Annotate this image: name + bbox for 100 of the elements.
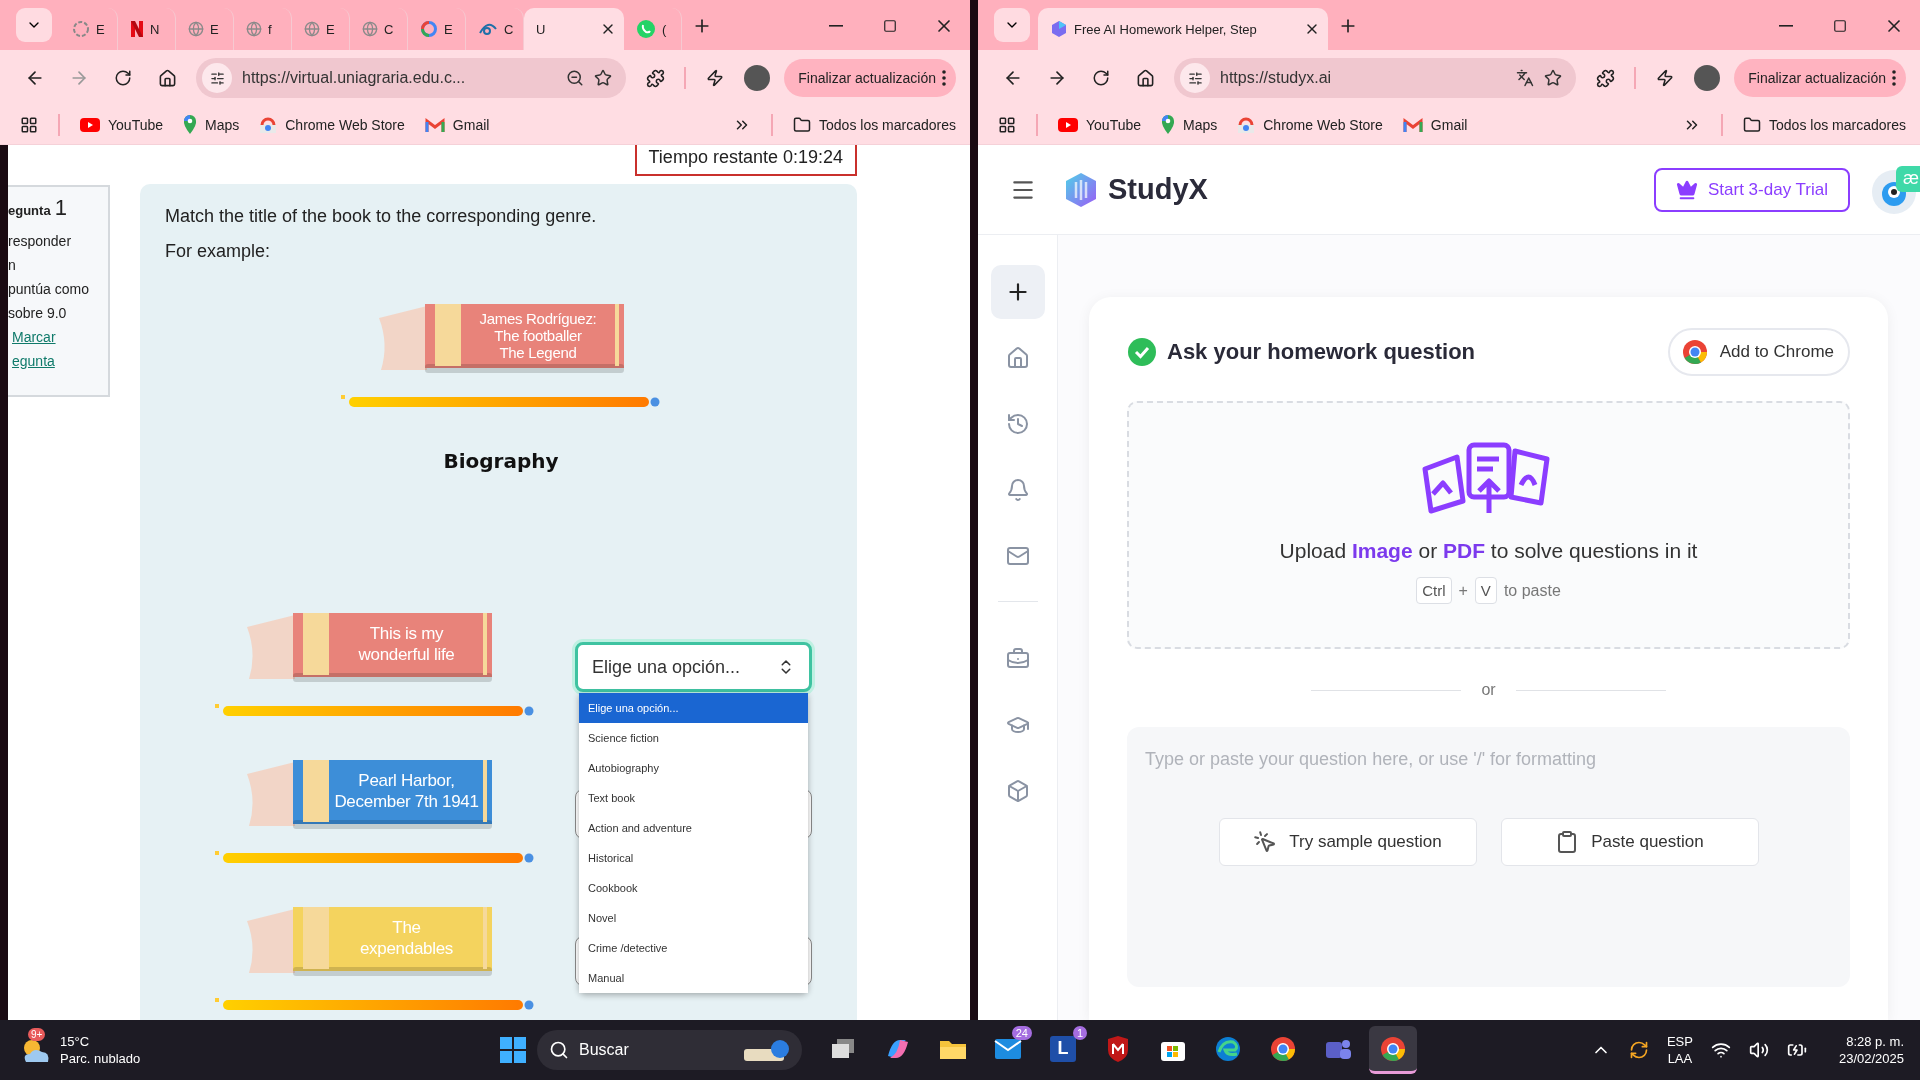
paste-question-button[interactable]: Paste question	[1500, 818, 1759, 866]
dropdown-option[interactable]: Novel	[579, 903, 808, 933]
bookmark-link[interactable]: Chrome Web Store	[1237, 117, 1383, 133]
all-bookmarks-link[interactable]: Todos los marcadores	[793, 116, 956, 134]
pointer-click-icon	[1253, 830, 1278, 854]
search-button[interactable]: Buscar	[537, 1030, 802, 1070]
globe-icon	[246, 21, 262, 37]
box-icon	[1005, 779, 1030, 803]
update-button[interactable]: Finalizar actualización	[784, 59, 956, 97]
minimize-icon	[1779, 25, 1793, 27]
book-title: The expendables	[358, 917, 455, 960]
app-logo: L	[1050, 1035, 1076, 1062]
browser-tab[interactable]: Free AI Homework Helper, Step	[1038, 8, 1328, 50]
bell-icon	[1005, 478, 1030, 502]
address-bar[interactable]: https://studyx.ai	[1174, 58, 1577, 98]
rainbow-icon	[1237, 117, 1256, 133]
bookmark-link[interactable]: YouTube	[80, 117, 163, 133]
envelope-icon	[1402, 117, 1423, 133]
book-title: This is my wonderful life	[357, 623, 456, 666]
dropdown-option[interactable]: Manual	[579, 963, 808, 993]
browser-tab[interactable]: U	[524, 8, 624, 50]
volume-icon[interactable]	[1748, 1040, 1769, 1060]
reload-icon	[1092, 69, 1110, 87]
flag-question-link[interactable]: egunta	[8, 351, 102, 371]
update-button[interactable]: Finalizar actualización	[1734, 59, 1906, 97]
profile-avatar[interactable]	[1694, 65, 1721, 91]
map-pin-icon	[183, 115, 197, 135]
wifi-icon[interactable]	[1710, 1040, 1731, 1060]
dropdown-option[interactable]: Cookbook	[579, 873, 808, 903]
bookmark-link[interactable]: Maps	[1161, 115, 1218, 135]
language-text[interactable]: ESP	[1666, 1033, 1693, 1050]
mail-icon	[1005, 544, 1030, 568]
bookmark-link[interactable]: Maps	[183, 115, 240, 135]
home-icon	[1005, 346, 1030, 370]
clock-date[interactable]: 23/02/2025	[1838, 1050, 1904, 1067]
chrome-logo-icon	[1380, 1035, 1406, 1062]
url-text: https://virtual.uniagraria.edu.c...	[242, 69, 467, 87]
site-settings-icon[interactable]	[202, 63, 232, 93]
apps-icon[interactable]	[20, 116, 38, 134]
book-title: Pearl Harbor, December 7th 1941	[333, 770, 480, 813]
add-to-chrome-button[interactable]: Add to Chrome	[1667, 328, 1850, 376]
home-icon	[157, 68, 177, 88]
dropdown-option[interactable]: Action and adventure	[579, 813, 808, 843]
bookmark-star-icon[interactable]	[1544, 69, 1563, 87]
hexagon-logo-icon	[1064, 171, 1098, 208]
crown-icon	[1676, 178, 1698, 201]
taskbar-app-button[interactable]: L 1	[1039, 1026, 1087, 1074]
tab-search-button[interactable]	[16, 8, 52, 42]
genre-select[interactable]: Elige una opción...	[575, 642, 812, 692]
question-label: egunta	[8, 203, 51, 218]
play-icon	[1058, 118, 1078, 132]
question-status-text: puntúa como	[8, 280, 90, 299]
dropdown-option[interactable]: Science fiction	[579, 723, 808, 753]
zoom-icon[interactable]	[566, 69, 585, 87]
taskbar-app-button[interactable]	[1369, 1026, 1417, 1074]
example-genre: Biography	[443, 449, 559, 473]
loading-icon	[72, 20, 90, 38]
question-input[interactable]: Type or paste your question here, or use '/' for formatting Try sample question Paste question	[1127, 727, 1850, 987]
briefcase-icon	[1005, 647, 1030, 671]
site-settings-icon[interactable]	[1180, 63, 1210, 93]
address-bar[interactable]: https://virtual.uniagraria.edu.c...	[196, 58, 627, 98]
envelope-icon	[994, 1037, 1022, 1060]
keyboard-layout-text[interactable]: LAA	[1667, 1050, 1693, 1067]
bookmark-link[interactable]: YouTube	[1058, 117, 1141, 133]
check-badge-icon	[1127, 337, 1157, 367]
sync-icon[interactable]	[1628, 1040, 1649, 1060]
dropdown-option[interactable]: Autobiography	[579, 753, 808, 783]
apps-icon[interactable]	[998, 116, 1016, 134]
bookmark-link[interactable]: Gmail	[424, 117, 490, 133]
temperature-text: 15°C	[60, 1033, 91, 1050]
keyboard-key: Ctrl	[1416, 577, 1452, 604]
puzzle-icon	[645, 68, 665, 88]
taskbar-app-button[interactable]: 24	[984, 1026, 1032, 1074]
puzzle-icon	[1595, 68, 1615, 88]
dropdown-option[interactable]: Elige una opción...	[579, 693, 808, 723]
globe-icon	[304, 21, 320, 37]
translate-icon[interactable]	[1516, 69, 1535, 87]
bookmark-star-icon[interactable]	[594, 69, 613, 87]
start-trial-button[interactable]: Start 3-day Trial	[1654, 167, 1850, 212]
reload-icon	[114, 69, 132, 87]
windows-start-icon[interactable]	[500, 1037, 526, 1063]
tab-search-button[interactable]	[994, 8, 1030, 42]
dropdown-option[interactable]: Text book	[579, 783, 808, 813]
globe-icon	[188, 21, 204, 37]
stripes-logo-icon	[130, 20, 144, 38]
flag-question-link[interactable]: Marcar	[8, 327, 102, 347]
example-label: For example:	[165, 241, 272, 262]
book-title: James Rodríguez: The footballer The Legend	[478, 308, 598, 363]
upload-area[interactable]: Upload Image or PDF to solve questions in it Ctrl + V to paste	[1127, 401, 1850, 649]
dropdown-option[interactable]: Historical	[579, 843, 808, 873]
profile-avatar[interactable]	[744, 65, 771, 91]
dropdown-option[interactable]: Crime /detective	[579, 933, 808, 963]
sample-question-button[interactable]: Try sample question	[1218, 818, 1477, 866]
bookmark-link[interactable]: Chrome Web Store	[259, 117, 405, 133]
bookmark-link[interactable]: Gmail	[1402, 117, 1468, 133]
clock-time[interactable]: 8:28 p. m.	[1846, 1033, 1904, 1050]
sidebar-button[interactable]	[990, 265, 1045, 319]
brand-name: StudyX	[1108, 173, 1208, 206]
all-bookmarks-link[interactable]: Todos los marcadores	[1743, 116, 1906, 134]
count-badge: 24	[1011, 1026, 1032, 1040]
